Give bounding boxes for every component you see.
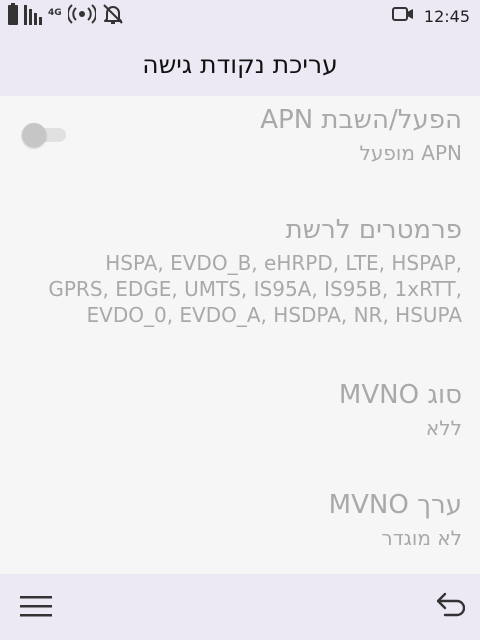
switch-thumb: [22, 123, 46, 147]
mvno-value-preference[interactable]: ערך MVNO לא מוגדר: [18, 489, 462, 551]
mvno-value-summary: לא מוגדר: [381, 526, 462, 550]
bearer-summary-line: EVDO_0, EVDO_A, HSDPA, NR, HSUPA: [86, 303, 462, 327]
page-title: עריכת נקודת גישה: [142, 49, 338, 79]
mvno-type-preference[interactable]: סוג MVNO ללא: [18, 379, 462, 441]
apn-toggle-summary: APN מופעל: [359, 141, 462, 165]
apn-enable-switch[interactable]: [22, 123, 66, 147]
status-bar: 4G 12:45: [0, 0, 480, 32]
bearer-summary-line: HSPA, EVDO_B, eHRPD, LTE, HSPAP,: [105, 251, 462, 275]
clock: 12:45: [423, 6, 470, 26]
back-icon: [435, 591, 466, 625]
bearer-title: פרמטרים לרשת: [285, 215, 462, 245]
app-bar: עריכת נקודת גישה: [0, 32, 480, 96]
back-button[interactable]: [432, 590, 468, 626]
menu-icon: [20, 594, 52, 622]
mvno-value-title: ערך MVNO: [328, 490, 462, 520]
mvno-type-summary: ללא: [425, 416, 462, 440]
bearer-summary: HSPA, EVDO_B, eHRPD, LTE, HSPAP, GPRS, E…: [18, 250, 462, 328]
bearer-summary-line: GPRS, EDGE, UMTS, IS95A, IS95B, 1xRTT,: [48, 277, 462, 301]
bottom-bar: [0, 574, 480, 640]
menu-button[interactable]: [18, 590, 54, 626]
settings-list: הפעל/השבת APN APN מופעל פרמטרים לרשת HSP…: [0, 96, 480, 574]
bearer-preference[interactable]: פרמטרים לרשת HSPA, EVDO_B, eHRPD, LTE, H…: [18, 214, 462, 328]
status-icons-right: 12:45: [391, 4, 470, 28]
mvno-type-title: סוג MVNO: [338, 380, 462, 410]
signal-icon: [24, 3, 46, 29]
status-icons-left: 4G: [8, 3, 124, 29]
notifications-off-icon: [102, 3, 124, 29]
battery-icon: [8, 3, 18, 29]
network-type: 4G: [48, 8, 62, 18]
hotspot-icon: [66, 3, 97, 29]
apn-toggle-preference[interactable]: הפעל/השבת APN APN מופעל: [18, 104, 462, 166]
apn-toggle-title: הפעל/השבת APN: [260, 105, 462, 135]
video-camera-icon: [391, 6, 414, 26]
